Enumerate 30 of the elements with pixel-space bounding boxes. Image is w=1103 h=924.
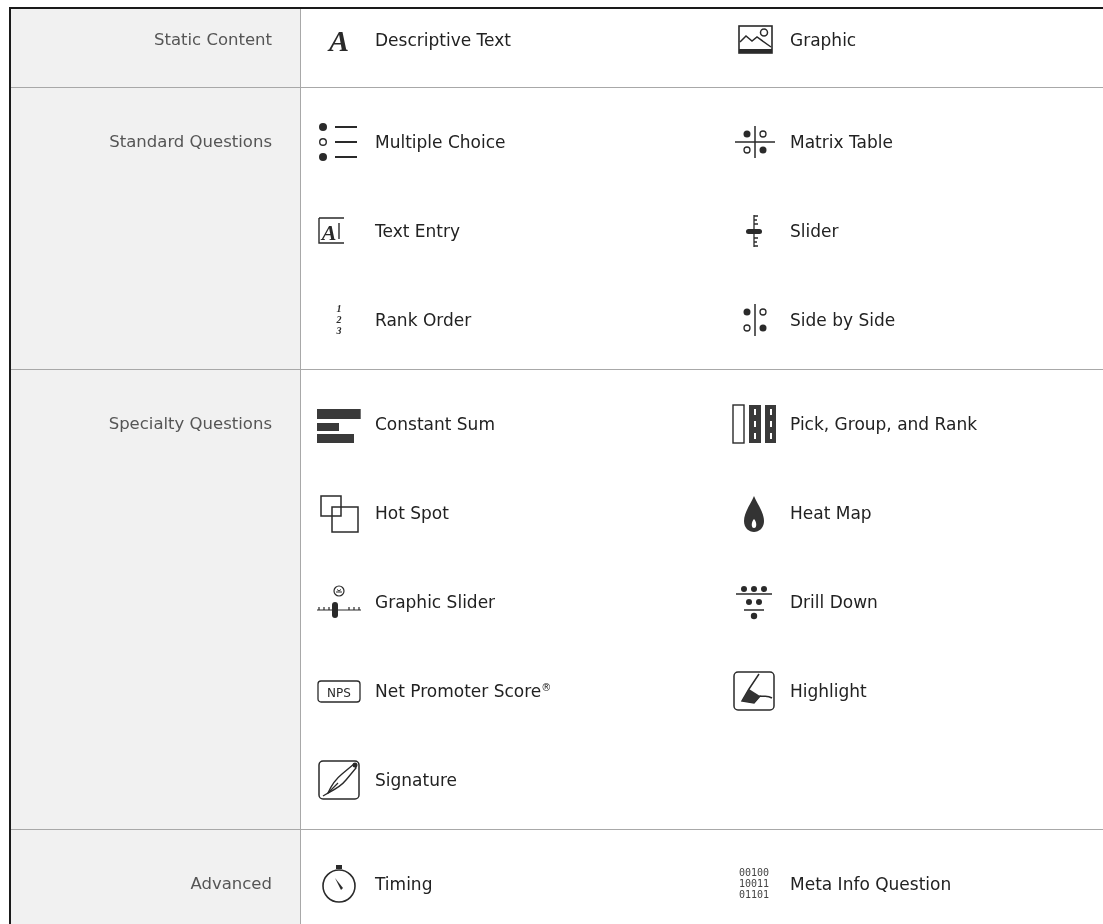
question-type-option[interactable]: 00100 10011 01101 Meta Info Question bbox=[732, 839, 952, 924]
question-type-option[interactable]: Timing bbox=[317, 839, 433, 924]
question-type-option[interactable]: Graphic Slider bbox=[317, 557, 496, 646]
numbered-list-icon: 1 2 3 bbox=[317, 299, 361, 340]
question-type-option[interactable]: Drill Down bbox=[732, 557, 878, 646]
squares-icon bbox=[317, 492, 361, 533]
section-label: Specialty Questions bbox=[108, 413, 272, 434]
question-type-option[interactable]: Side by Side bbox=[732, 275, 896, 364]
question-type-option[interactable]: Pick, Group, and Rank bbox=[732, 379, 978, 468]
question-type-option[interactable]: Matrix Table bbox=[732, 97, 893, 186]
question-type-option[interactable]: NPS Net Promoter Score$^{®}$ bbox=[317, 646, 552, 735]
question-type-option[interactable]: Hot Spot bbox=[317, 468, 449, 557]
question-type-option[interactable]: A Descriptive Text bbox=[317, 9, 511, 71]
question-type-option[interactable]: Signature bbox=[317, 735, 457, 824]
question-type-option[interactable]: Heat Map bbox=[732, 468, 872, 557]
pen-icon bbox=[317, 759, 361, 800]
question-type-option[interactable]: Multiple Choice bbox=[317, 97, 506, 186]
question-type-option[interactable]: Graphic bbox=[732, 9, 857, 71]
highlight-icon bbox=[732, 670, 776, 711]
question-type-option[interactable]: 1 2 3 Rank Order bbox=[317, 275, 472, 364]
section-label: Standard Questions bbox=[109, 131, 272, 152]
section-label: Static Content bbox=[153, 30, 272, 50]
question-type-option[interactable]: A Text Entry bbox=[317, 186, 461, 275]
columns-icon bbox=[732, 403, 776, 444]
section-label: Advanced bbox=[190, 873, 272, 894]
question-type-option[interactable]: Slider bbox=[732, 186, 839, 275]
question-type-option[interactable]: Highlight bbox=[732, 646, 867, 735]
question-type-option[interactable]: Constant Sum bbox=[317, 379, 495, 468]
binary-digits-icon: 00100 10011 01101 bbox=[732, 863, 776, 904]
serif-letter-icon: A bbox=[317, 20, 361, 60]
